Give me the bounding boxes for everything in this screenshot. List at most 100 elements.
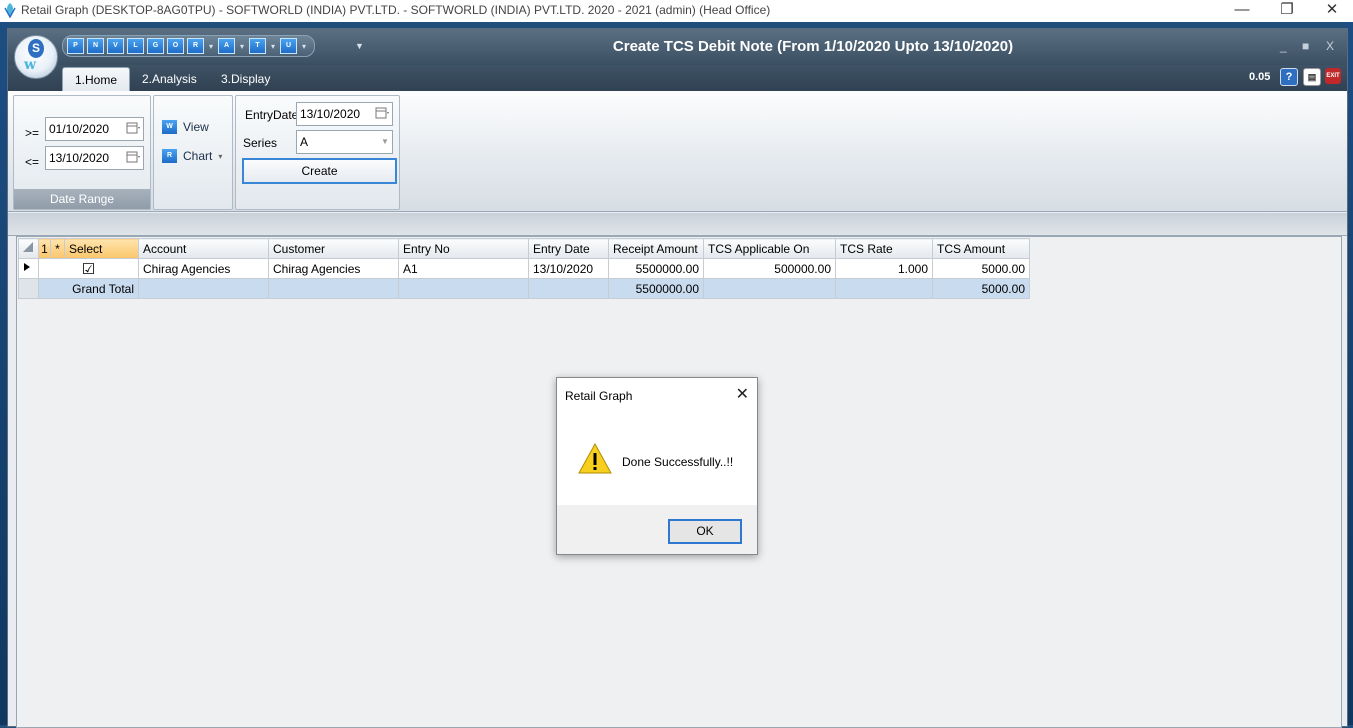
- quick-r-icon[interactable]: R: [187, 38, 204, 54]
- total-cell: [835, 278, 933, 299]
- quick-n-icon[interactable]: N: [87, 38, 104, 54]
- quick-v-icon[interactable]: V: [107, 38, 124, 54]
- to-date-picker[interactable]: 13/10/2020: [45, 146, 144, 170]
- dialog-message: Done Successfully..!!: [622, 455, 734, 469]
- total-receipt-amount: 5500000.00: [608, 278, 704, 299]
- chevron-down-icon[interactable]: ▾: [238, 42, 246, 51]
- dialog-footer: OK: [557, 505, 757, 554]
- view-icon: W: [162, 120, 177, 134]
- chart-button[interactable]: R Chart ▾: [162, 149, 222, 163]
- calendar-icon[interactable]: [375, 107, 389, 119]
- total-cell: [268, 278, 399, 299]
- ok-button[interactable]: OK: [668, 519, 742, 544]
- customize-toolbar-icon[interactable]: ▼: [355, 41, 364, 51]
- calendar-icon[interactable]: [126, 151, 140, 163]
- calendar-icon[interactable]: [126, 122, 140, 134]
- tab-analysis[interactable]: 2.Analysis: [130, 67, 209, 91]
- table-row[interactable]: ☑ Chirag Agencies Chirag Agencies A1 13/…: [18, 258, 1030, 279]
- cell-tcs-amount[interactable]: 5000.00: [932, 258, 1030, 279]
- total-cell: [398, 278, 529, 299]
- chevron-down-icon[interactable]: ▾: [269, 42, 277, 51]
- to-label: <=: [25, 155, 40, 169]
- column-header-entry-no[interactable]: Entry No: [398, 238, 529, 259]
- row-select-checkbox[interactable]: ☑: [38, 258, 139, 279]
- cell-entry-no[interactable]: A1: [398, 258, 529, 279]
- cell-tcs-rate[interactable]: 1.000: [835, 258, 933, 279]
- grid-new-row-indicator[interactable]: *: [50, 238, 65, 259]
- column-header-tcs-rate[interactable]: TCS Rate: [835, 238, 933, 259]
- chevron-down-icon[interactable]: ▾: [300, 42, 308, 51]
- entry-date-label: EntryDate: [245, 108, 299, 122]
- close-button[interactable]: ✕: [1309, 0, 1353, 22]
- tab-home[interactable]: 1.Home: [62, 67, 131, 92]
- restore-button[interactable]: ❐: [1264, 0, 1310, 22]
- column-header-entry-date[interactable]: Entry Date: [528, 238, 609, 259]
- create-group: EntryDate 13/10/2020 Series A ▼ Create: [235, 95, 400, 210]
- date-range-caption: Date Range: [14, 189, 150, 209]
- series-value: A: [300, 135, 309, 149]
- chevron-down-icon[interactable]: ▾: [207, 42, 215, 51]
- view-button[interactable]: W View: [162, 120, 209, 134]
- total-tcs-amount: 5000.00: [932, 278, 1030, 299]
- series-select[interactable]: A ▼: [296, 130, 393, 154]
- quick-l-icon[interactable]: L: [127, 38, 144, 54]
- app-logo-icon: [4, 3, 16, 18]
- to-date-value: 13/10/2020: [49, 151, 110, 165]
- quick-g-icon[interactable]: G: [147, 38, 164, 54]
- quick-t-icon[interactable]: T: [249, 38, 266, 54]
- quick-p-icon[interactable]: P: [67, 38, 84, 54]
- ribbon-title-bar: P N V L G O R ▾ A ▾ T ▾ U ▾ ▼ Create TCS…: [8, 29, 1347, 65]
- entry-date-value: 13/10/2020: [300, 107, 361, 121]
- os-title-bar: Retail Graph (DESKTOP-8AG0TPU) - SOFTWOR…: [0, 0, 1353, 22]
- cell-account[interactable]: Chirag Agencies: [138, 258, 269, 279]
- quick-access-toolbar: P N V L G O R ▾ A ▾ T ▾ U ▾: [62, 35, 315, 57]
- inner-close-button[interactable]: X: [1326, 39, 1334, 53]
- minimize-button[interactable]: —: [1219, 0, 1265, 22]
- tab-display[interactable]: 3.Display: [209, 67, 282, 91]
- inner-minimize-button[interactable]: _: [1280, 39, 1287, 53]
- dialog-title: Retail Graph: [565, 389, 633, 403]
- desktop-left-edge: [0, 0, 7, 725]
- chevron-down-icon[interactable]: ▼: [378, 131, 392, 153]
- column-header-account[interactable]: Account: [138, 238, 269, 259]
- column-header-tcs-amount[interactable]: TCS Amount: [932, 238, 1030, 259]
- exit-icon[interactable]: EXIT: [1325, 68, 1341, 84]
- grid-group-indicator[interactable]: 1: [38, 238, 51, 259]
- cell-tcs-applicable-on[interactable]: 500000.00: [703, 258, 836, 279]
- grid-corner[interactable]: [18, 238, 39, 259]
- document-icon[interactable]: ▤: [1303, 68, 1321, 86]
- quick-o-icon[interactable]: O: [167, 38, 184, 54]
- app-menu-orb[interactable]: S w: [14, 35, 58, 79]
- series-label: Series: [243, 136, 278, 150]
- warning-icon: [578, 442, 612, 474]
- column-header-tcs-applicable-on[interactable]: TCS Applicable On: [703, 238, 836, 259]
- total-cell: [703, 278, 836, 299]
- cell-receipt-amount[interactable]: 5500000.00: [608, 258, 704, 279]
- column-header-customer[interactable]: Customer: [268, 238, 399, 259]
- chart-icon: R: [162, 149, 177, 163]
- grid-header-row: 1 * Select Account Customer Entry No Ent…: [18, 238, 1030, 259]
- row-pointer-icon: [18, 258, 39, 279]
- entry-date-picker[interactable]: 13/10/2020: [296, 102, 393, 126]
- dialog-close-icon[interactable]: ✕: [736, 384, 749, 404]
- from-date-value: 01/10/2020: [49, 122, 110, 136]
- zoom-level: 0.05: [1249, 71, 1271, 83]
- window-title: Create TCS Debit Note (From 1/10/2020 Up…: [612, 38, 1014, 55]
- quick-a-icon[interactable]: A: [218, 38, 235, 54]
- message-dialog: Retail Graph ✕ Done Successfully..!! OK: [556, 377, 758, 555]
- cell-customer[interactable]: Chirag Agencies: [268, 258, 399, 279]
- view-label: View: [183, 120, 209, 134]
- inner-maximize-button[interactable]: ■: [1302, 39, 1309, 53]
- ribbon-bottom-strip: [8, 213, 1347, 236]
- chevron-down-icon[interactable]: ▾: [218, 152, 222, 161]
- column-header-select[interactable]: Select: [64, 238, 139, 259]
- from-date-picker[interactable]: 01/10/2020: [45, 117, 144, 141]
- create-button[interactable]: Create: [242, 158, 397, 184]
- column-header-receipt-amount[interactable]: Receipt Amount: [608, 238, 704, 259]
- ribbon-tab-row: 1.Home 2.Analysis 3.Display: [8, 65, 1347, 92]
- cell-entry-date[interactable]: 13/10/2020: [528, 258, 609, 279]
- tcs-grid: 1 * Select Account Customer Entry No Ent…: [18, 238, 1030, 299]
- ribbon-panel: >= 01/10/2020 <= 13/10/2020 Date Range W…: [8, 91, 1347, 212]
- quick-u-icon[interactable]: U: [280, 38, 297, 54]
- help-icon[interactable]: ?: [1280, 68, 1298, 86]
